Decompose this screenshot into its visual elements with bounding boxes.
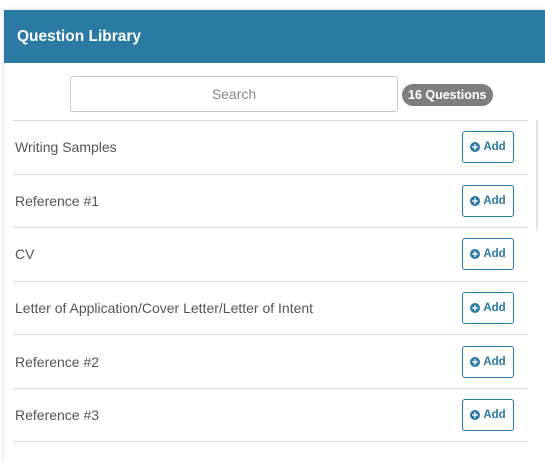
question-label: Writing Samples — [15, 139, 117, 156]
question-list: Writing Samples Add Reference #1 Add CV … — [13, 120, 528, 442]
plus-circle-icon — [470, 142, 481, 153]
add-question-button[interactable]: Add — [462, 292, 514, 325]
plus-circle-icon — [470, 195, 481, 206]
add-button-label: Add — [483, 302, 506, 315]
add-button-label: Add — [483, 355, 506, 368]
add-question-button[interactable]: Add — [462, 238, 514, 271]
search-input[interactable] — [70, 76, 398, 112]
plus-circle-icon — [470, 303, 481, 314]
list-item: Reference #2 Add — [13, 334, 528, 388]
add-question-button[interactable]: Add — [462, 345, 514, 378]
add-button-label: Add — [483, 408, 506, 421]
question-label: Letter of Application/Cover Letter/Lette… — [15, 300, 314, 317]
add-question-button[interactable]: Add — [462, 131, 514, 164]
add-button-label: Add — [483, 141, 506, 154]
question-label: Reference #3 — [15, 406, 100, 423]
list-item: Reference #3 Add — [13, 387, 528, 442]
list-item: CV Add — [13, 227, 528, 281]
add-question-button[interactable]: Add — [462, 398, 514, 431]
list-item: Letter of Application/Cover Letter/Lette… — [13, 280, 528, 335]
list-item: Reference #1 Add — [13, 173, 528, 228]
question-label: Reference #2 — [15, 353, 100, 370]
plus-circle-icon — [470, 249, 481, 260]
scrollbar[interactable] — [536, 120, 538, 230]
panel-header: Question Library — [4, 10, 545, 63]
list-item: Writing Samples Add — [13, 120, 528, 174]
question-label: CV — [15, 246, 35, 263]
plus-circle-icon — [470, 356, 481, 367]
plus-circle-icon — [470, 409, 481, 420]
add-button-label: Add — [483, 194, 506, 207]
add-button-label: Add — [483, 248, 506, 261]
panel-title: Question Library — [17, 27, 142, 45]
question-label: Reference #1 — [15, 192, 100, 209]
question-count-badge: 16 Questions — [402, 84, 493, 106]
add-question-button[interactable]: Add — [462, 184, 514, 217]
